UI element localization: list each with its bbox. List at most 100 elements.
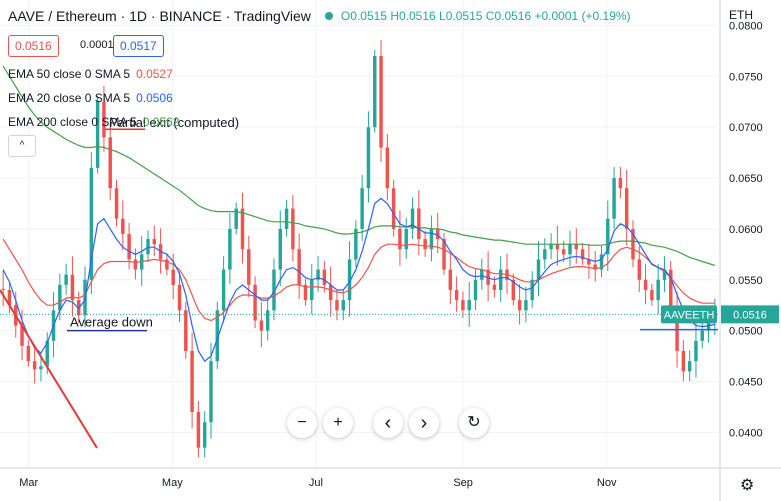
candle: [341, 289, 345, 321]
candle: [328, 266, 333, 317]
candle: [228, 213, 232, 284]
candle-body: [133, 259, 138, 270]
candle-body: [517, 300, 522, 311]
candle-body: [328, 284, 333, 301]
candle: [448, 253, 453, 305]
candle: [618, 167, 623, 199]
candle-body: [297, 249, 301, 285]
candle-body: [404, 228, 408, 250]
candle-body: [360, 188, 364, 229]
candle: [574, 228, 579, 264]
candle-body: [259, 320, 264, 331]
candle-body: [310, 279, 314, 301]
reset-chart-button[interactable]: ↻: [459, 408, 489, 438]
candle: [398, 210, 402, 266]
candle: [517, 284, 522, 325]
candle-body: [473, 279, 478, 301]
candle-body: [650, 289, 654, 301]
candle-body: [240, 208, 245, 250]
candle: [284, 200, 289, 237]
currency-selector[interactable]: ETH: [729, 8, 753, 22]
candle: [656, 263, 660, 315]
candle-body: [366, 127, 371, 189]
candle-body: [58, 284, 62, 311]
candle-body: [448, 269, 453, 290]
candle-body: [643, 279, 648, 290]
candle-body: [454, 289, 459, 301]
time-tick-label: Jul: [309, 477, 323, 489]
sell-price-button[interactable]: 0.0516: [8, 35, 59, 57]
indicator-value: 0.0527: [136, 67, 173, 81]
symbol-title[interactable]: AAVE / Ethereum · 1D · BINANCE · Trading…: [8, 8, 311, 24]
candle-body: [612, 178, 616, 219]
candle-body: [114, 188, 119, 219]
scroll-back-button[interactable]: ‹: [373, 408, 403, 438]
candle: [70, 256, 75, 317]
candle-body: [32, 361, 37, 370]
candle-body: [637, 259, 642, 280]
candle-body: [202, 422, 207, 448]
candle: [108, 123, 112, 201]
candle: [454, 276, 459, 313]
candle: [662, 256, 667, 292]
indicator-ema50[interactable]: EMA 50 close 0 SMA 5 0.0527: [8, 67, 173, 81]
indicator-ema200[interactable]: EMA 200 close 0 SMA 5 0.0562: [8, 115, 179, 129]
settings-gear-icon[interactable]: ⚙: [740, 475, 754, 495]
candle: [127, 223, 131, 270]
candle: [152, 225, 157, 257]
price-tick-label: 0.0750: [729, 71, 763, 83]
candle-body: [687, 361, 692, 372]
candle: [612, 167, 616, 229]
candle: [385, 134, 390, 201]
candle-body: [461, 300, 465, 311]
candle: [146, 230, 150, 263]
zoom-out-button[interactable]: −: [287, 408, 317, 438]
collapse-legend-button[interactable]: ^: [8, 135, 36, 157]
price-tick-label: 0.0700: [729, 122, 763, 134]
candle-body: [284, 208, 289, 229]
candle-body: [498, 269, 503, 290]
time-tick-label: Mar: [19, 477, 38, 489]
indicator-label: EMA 50 close 0 SMA 5: [8, 67, 131, 81]
candle: [404, 217, 408, 260]
candle: [247, 235, 251, 297]
candle: [650, 283, 654, 306]
high-label: H: [390, 9, 399, 23]
candle-body: [373, 55, 377, 128]
buy-price-button[interactable]: 0.0517: [113, 35, 164, 57]
candle-body: [253, 284, 257, 321]
candle-body: [530, 279, 534, 301]
candle-body: [549, 244, 553, 250]
candle-body: [341, 300, 345, 311]
candle: [498, 256, 503, 303]
candle: [524, 286, 528, 323]
candle-body: [417, 208, 421, 240]
time-axis[interactable]: Mar May Jul Sep Nov: [19, 477, 617, 489]
candle: [543, 238, 547, 270]
price-axis[interactable]: 0.0800 0.0750 0.0700 0.0650 0.0600 0.0550 0.05…: [729, 20, 763, 439]
candle: [303, 278, 308, 306]
candle: [1, 270, 5, 307]
candle: [202, 411, 207, 458]
candle-body: [561, 249, 566, 255]
indicator-value: 0.0506: [136, 91, 173, 105]
candle: [473, 268, 478, 311]
candle-body: [391, 188, 396, 229]
candle: [291, 195, 295, 262]
candle-body: [379, 55, 383, 148]
time-tick-label: Sep: [453, 477, 473, 489]
low-value: 0.0515: [445, 9, 483, 23]
candle-body: [398, 228, 402, 250]
candle: [64, 263, 68, 295]
candle-body: [700, 330, 704, 341]
candle: [555, 225, 560, 266]
scroll-forward-button[interactable]: ›: [409, 408, 439, 438]
candle: [234, 202, 238, 235]
zoom-in-button[interactable]: +: [323, 408, 353, 438]
candle: [599, 245, 604, 278]
indicator-ema20[interactable]: EMA 20 close 0 SMA 5 0.0506: [8, 91, 173, 105]
candle-body: [467, 300, 471, 311]
candle: [580, 243, 585, 265]
price-tick-label: 0.0450: [729, 377, 763, 389]
candle: [335, 289, 339, 321]
